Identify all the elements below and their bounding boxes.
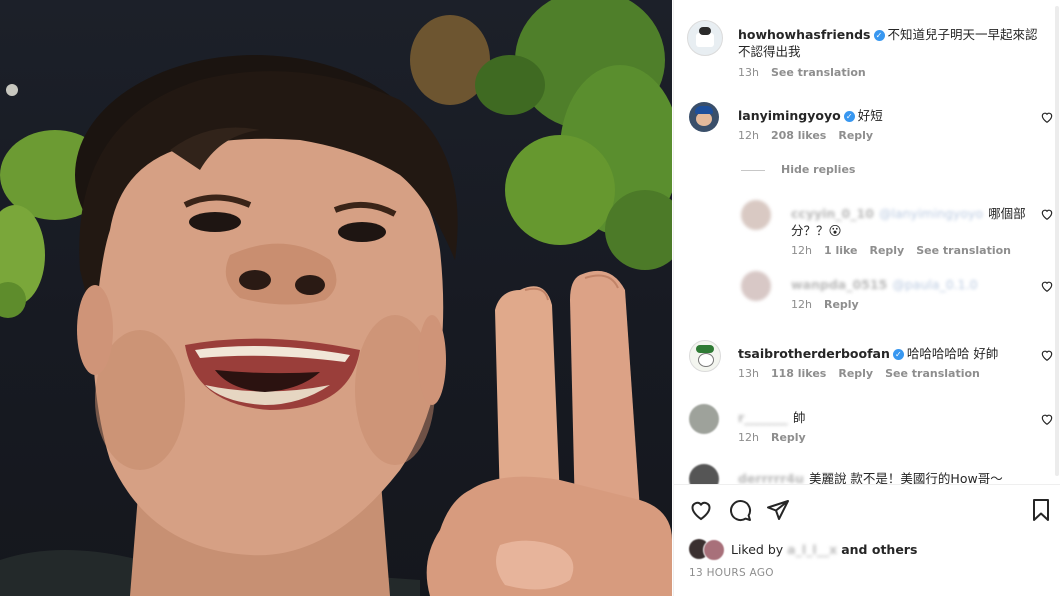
hide-replies-button[interactable]: Hide replies	[781, 163, 855, 176]
comment-likes[interactable]: 208 likes	[771, 129, 826, 142]
replies-divider	[741, 170, 765, 171]
caption-meta: 13h See translation	[738, 66, 878, 79]
comment-4-clip: derrrrr4u 美麗說 款不是！美國行的How哥～	[674, 460, 1060, 484]
post-photo[interactable]	[0, 0, 672, 596]
see-translation-link[interactable]: See translation	[885, 367, 980, 380]
comment-1-line: lanyimingyoyo ✓ 好短	[738, 105, 883, 124]
reply-2-meta: 12h Reply	[791, 298, 871, 311]
comment-time: 12h	[738, 129, 759, 142]
reply-mention[interactable]: @lanyimingyoyo	[879, 206, 983, 221]
verified-icon: ✓	[843, 111, 855, 122]
reply-likes[interactable]: 1 like	[824, 244, 858, 257]
reply-avatar[interactable]	[741, 200, 771, 230]
comment-text: 好短	[857, 108, 883, 123]
heart-icon[interactable]	[1040, 279, 1054, 293]
reply-button[interactable]: Reply	[838, 129, 873, 142]
liker-avatar[interactable]	[703, 539, 725, 561]
comment-username[interactable]: derrrrr4u	[738, 471, 804, 484]
author-avatar[interactable]	[687, 20, 723, 56]
reply-1-meta: 12h 1 like Reply See translation	[791, 244, 1023, 257]
see-translation-link[interactable]: See translation	[916, 244, 1011, 257]
verified-icon: ✓	[873, 30, 885, 41]
comment-1-meta: 12h 208 likes Reply	[738, 129, 885, 142]
caption-line-2: 不認得出我	[738, 44, 801, 59]
comment-time: 12h	[738, 431, 759, 444]
reply-username[interactable]: ccyyin_0_10	[791, 206, 874, 221]
share-icon[interactable]	[766, 498, 790, 522]
reply-button[interactable]: Reply	[824, 298, 859, 311]
reply-button[interactable]: Reply	[771, 431, 806, 444]
reply-2-line: wanpda_0515 @paula_0.1.0	[791, 274, 978, 293]
comment-username[interactable]: lanyimingyoyo	[738, 108, 841, 123]
reply-mention[interactable]: @paula_0.1.0	[892, 277, 977, 292]
liked-by-prefix: Liked by	[731, 542, 784, 557]
comments-panel: howhowhasfriends ✓ 不知道兒子明天一早起來認 不認得出我 13h S…	[673, 0, 1060, 596]
heart-icon[interactable]	[1040, 110, 1054, 124]
commenter-avatar[interactable]	[689, 404, 719, 434]
caption-time: 13h	[738, 66, 759, 79]
scrollbar[interactable]	[1055, 6, 1059, 476]
comment-text: 帥	[793, 410, 806, 425]
reply-1-line-2: 分？？😮	[791, 223, 842, 238]
comment-2-line: tsaibrotherderboofan ✓ 哈哈哈哈哈 好帥	[738, 343, 998, 362]
heart-icon[interactable]	[1040, 412, 1054, 426]
post-timestamp: 13 HOURS AGO	[689, 567, 774, 579]
comment-3-meta: 12h Reply	[738, 431, 818, 444]
commenter-avatar[interactable]	[689, 464, 719, 484]
see-translation-link[interactable]: See translation	[771, 66, 866, 79]
heart-icon[interactable]	[1040, 348, 1054, 362]
comment-text: 美麗說 款不是！美國行的How哥～	[808, 471, 1003, 484]
comment-time: 13h	[738, 367, 759, 380]
reply-button[interactable]: Reply	[838, 367, 873, 380]
bookmark-icon[interactable]	[1029, 498, 1053, 522]
heart-icon[interactable]	[689, 498, 713, 522]
comment-username[interactable]: tsaibrotherderboofan	[738, 346, 890, 361]
reply-username[interactable]: wanpda_0515	[791, 277, 887, 292]
reply-text: 哪個部	[988, 206, 1026, 221]
comment-likes[interactable]: 118 likes	[771, 367, 826, 380]
reply-time: 12h	[791, 298, 812, 311]
reply-time: 12h	[791, 244, 812, 257]
verified-icon: ✓	[892, 349, 904, 360]
commenter-avatar[interactable]	[689, 340, 721, 372]
actions-divider	[674, 484, 1060, 485]
comment-icon[interactable]	[728, 498, 752, 522]
peace-sign-hand	[426, 270, 672, 596]
likes-summary: Liked by a_l_l__x and others	[731, 542, 917, 557]
liked-by-others[interactable]: and others	[841, 542, 917, 557]
caption-text: 不知道兒子明天一早起來認	[887, 27, 1038, 42]
liked-by-user[interactable]: a_l_l__x	[787, 542, 837, 557]
author-username[interactable]: howhowhasfriends	[738, 27, 871, 42]
commenter-avatar[interactable]	[689, 102, 719, 132]
selfie-illustration	[0, 0, 672, 596]
reply-button[interactable]: Reply	[869, 244, 904, 257]
reply-avatar[interactable]	[741, 271, 771, 301]
comment-text: 哈哈哈哈哈 好帥	[906, 346, 999, 361]
heart-icon[interactable]	[1040, 207, 1054, 221]
comment-3-line: r_______ 帥	[738, 407, 806, 426]
comment-4-line: derrrrr4u 美麗說 款不是！美國行的How哥～	[738, 468, 1003, 484]
comment-username[interactable]: r_______	[738, 410, 788, 425]
comment-2-meta: 13h 118 likes Reply See translation	[738, 367, 992, 380]
